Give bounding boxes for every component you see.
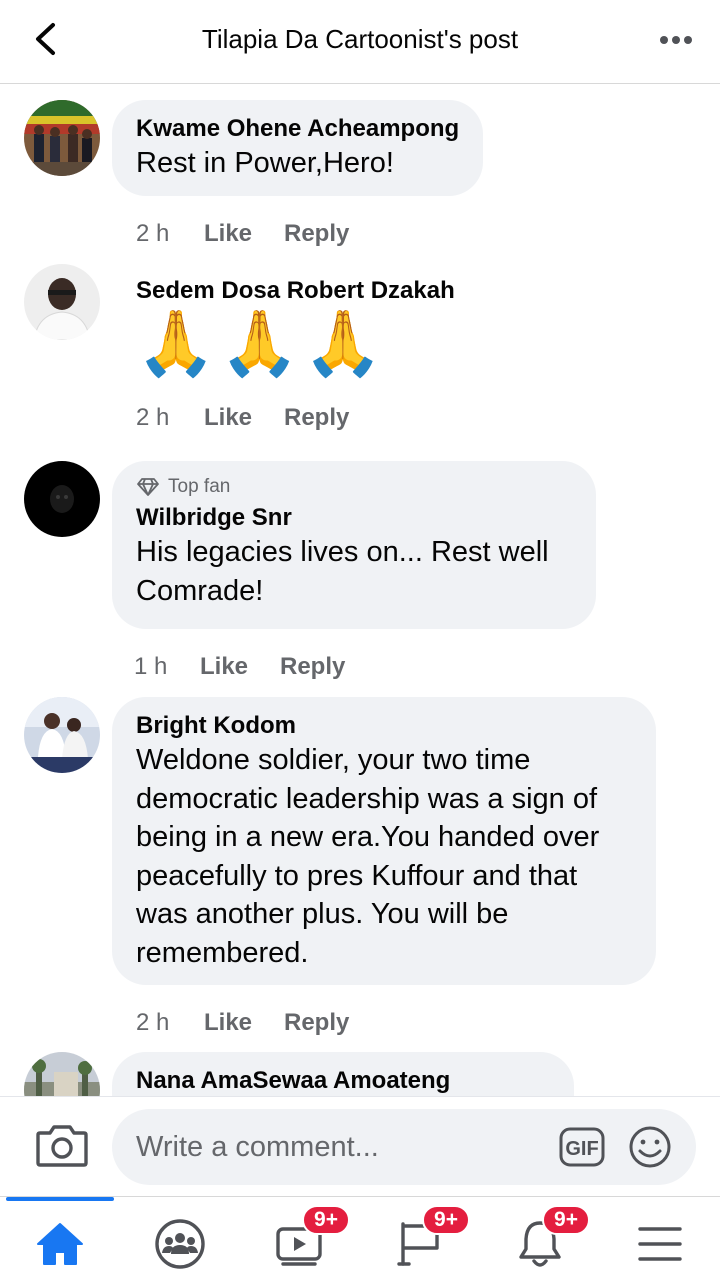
- camera-button[interactable]: [34, 1121, 90, 1171]
- comment-text-line: remembered.: [136, 936, 309, 969]
- comment-bubble: Kwame Ohene Acheampong Rest in Power,Her…: [112, 100, 484, 196]
- active-tab-indicator: [6, 1197, 114, 1201]
- comment-text-line: peacefully to pres Kuffour and that: [136, 859, 578, 892]
- like-button[interactable]: Like: [204, 1009, 284, 1037]
- comment-text-line: being in a new era.You handed over: [136, 821, 600, 853]
- comment-author[interactable]: Wilbridge Snr: [136, 503, 572, 533]
- comment-text: Rest in Power,Hero!: [136, 147, 394, 179]
- comment-author[interactable]: Bright Kodom: [136, 711, 632, 741]
- comment-input[interactable]: [136, 1109, 536, 1185]
- groups-icon: [155, 1219, 205, 1269]
- avatar-photo: [24, 100, 100, 176]
- avatar-photo: [24, 697, 100, 773]
- comment-text-line: Weldone soldier, your two time: [136, 744, 531, 776]
- reply-button[interactable]: Reply: [280, 653, 345, 681]
- comment-text-line: was another plus. You will be: [136, 898, 509, 930]
- comment-text-line: democratic leadership was a sign of: [136, 782, 598, 815]
- comment-bubble: Bright Kodom Weldone soldier, your two t…: [112, 697, 656, 985]
- reply-button[interactable]: Reply: [284, 1009, 349, 1037]
- like-button[interactable]: Like: [204, 404, 284, 432]
- comment-bubble: Nana AmaSewaa Amoateng: [112, 1052, 574, 1096]
- comment-text-line: Comrade!: [136, 574, 264, 607]
- header-bar: Tilapia Da Cartoonist's post: [0, 0, 720, 84]
- comment-actions: 2 h Like Reply: [136, 1009, 349, 1037]
- avatar-photo: [24, 1052, 100, 1096]
- comment-author[interactable]: Nana AmaSewaa Amoateng: [136, 1066, 550, 1096]
- comment-timestamp[interactable]: 2 h: [136, 1009, 204, 1037]
- page-title: Tilapia Da Cartoonist's post: [201, 24, 519, 54]
- comment-timestamp[interactable]: 1 h: [134, 653, 200, 681]
- comment-timestamp[interactable]: 2 h: [136, 220, 204, 248]
- avatar-photo: [24, 264, 100, 340]
- like-button[interactable]: Like: [200, 653, 280, 681]
- bottom-nav: 9+ 9+ 9+: [0, 1196, 720, 1280]
- gif-button[interactable]: GIF: [558, 1125, 606, 1169]
- comment-list: Kwame Ohene Acheampong Rest in Power,Her…: [0, 84, 720, 1096]
- notifications-count-badge: 9+: [542, 1205, 590, 1235]
- avatar[interactable]: [24, 100, 100, 176]
- avatar[interactable]: [24, 264, 100, 340]
- gif-icon: GIF: [559, 1127, 605, 1167]
- tab-home[interactable]: [0, 1211, 120, 1277]
- comment-actions: 2 h Like Reply: [136, 220, 349, 248]
- reply-button[interactable]: Reply: [284, 404, 349, 432]
- hamburger-menu-icon: [638, 1227, 682, 1261]
- avatar[interactable]: [24, 1052, 100, 1096]
- comment-text-line: His legacies lives on... Rest well: [136, 536, 549, 568]
- more-options-button[interactable]: [654, 22, 698, 58]
- badge-label: Top fan: [168, 476, 231, 497]
- home-icon: [37, 1223, 83, 1265]
- diamond-icon: [137, 478, 159, 496]
- comment-author[interactable]: Kwame Ohene Acheampong: [136, 114, 459, 144]
- comment-bubble: Sedem Dosa Robert Dzakah 🙏🙏🙏: [112, 262, 479, 396]
- camera-icon: [36, 1125, 88, 1167]
- pages-notification-badge: 9+: [422, 1205, 470, 1235]
- tab-menu[interactable]: [600, 1211, 720, 1277]
- tab-groups[interactable]: [120, 1211, 240, 1277]
- emoji-button[interactable]: [628, 1125, 672, 1169]
- comment-composer: GIF: [0, 1096, 720, 1196]
- smiley-icon: [629, 1126, 671, 1168]
- comment-actions: 2 h Like Reply: [136, 404, 349, 432]
- comment-bubble: Top fan Wilbridge Snr His legacies lives…: [112, 461, 596, 629]
- comment-author[interactable]: Sedem Dosa Robert Dzakah: [136, 276, 455, 306]
- more-dots-icon: [660, 36, 692, 44]
- top-fan-badge: Top fan: [136, 475, 572, 499]
- avatar[interactable]: [24, 697, 100, 773]
- reply-button[interactable]: Reply: [284, 220, 349, 248]
- comment-input-container: GIF: [112, 1109, 696, 1185]
- like-button[interactable]: Like: [204, 220, 284, 248]
- avatar-photo: [24, 461, 100, 537]
- watch-notification-badge: 9+: [302, 1205, 350, 1235]
- avatar[interactable]: [24, 461, 100, 537]
- comment-timestamp[interactable]: 2 h: [136, 404, 204, 432]
- comment-actions: 1 h Like Reply: [134, 653, 345, 681]
- gif-text: GIF: [565, 1138, 598, 1160]
- comment-text: 🙏🙏🙏: [136, 307, 388, 379]
